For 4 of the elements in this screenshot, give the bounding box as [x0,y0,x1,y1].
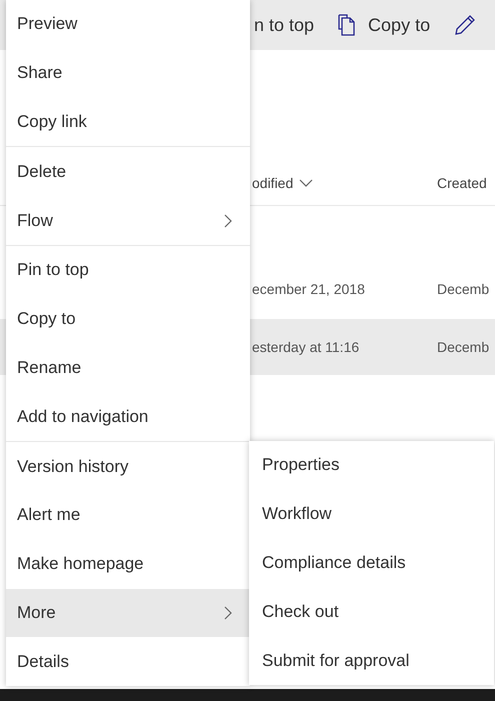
table-cell-text: esterday at 11:16 [252,339,360,355]
table-cell: Decemb [437,339,490,355]
table-cell: Decemb [437,281,490,297]
table-cell-text: ecember 21, 2018 [252,281,366,297]
